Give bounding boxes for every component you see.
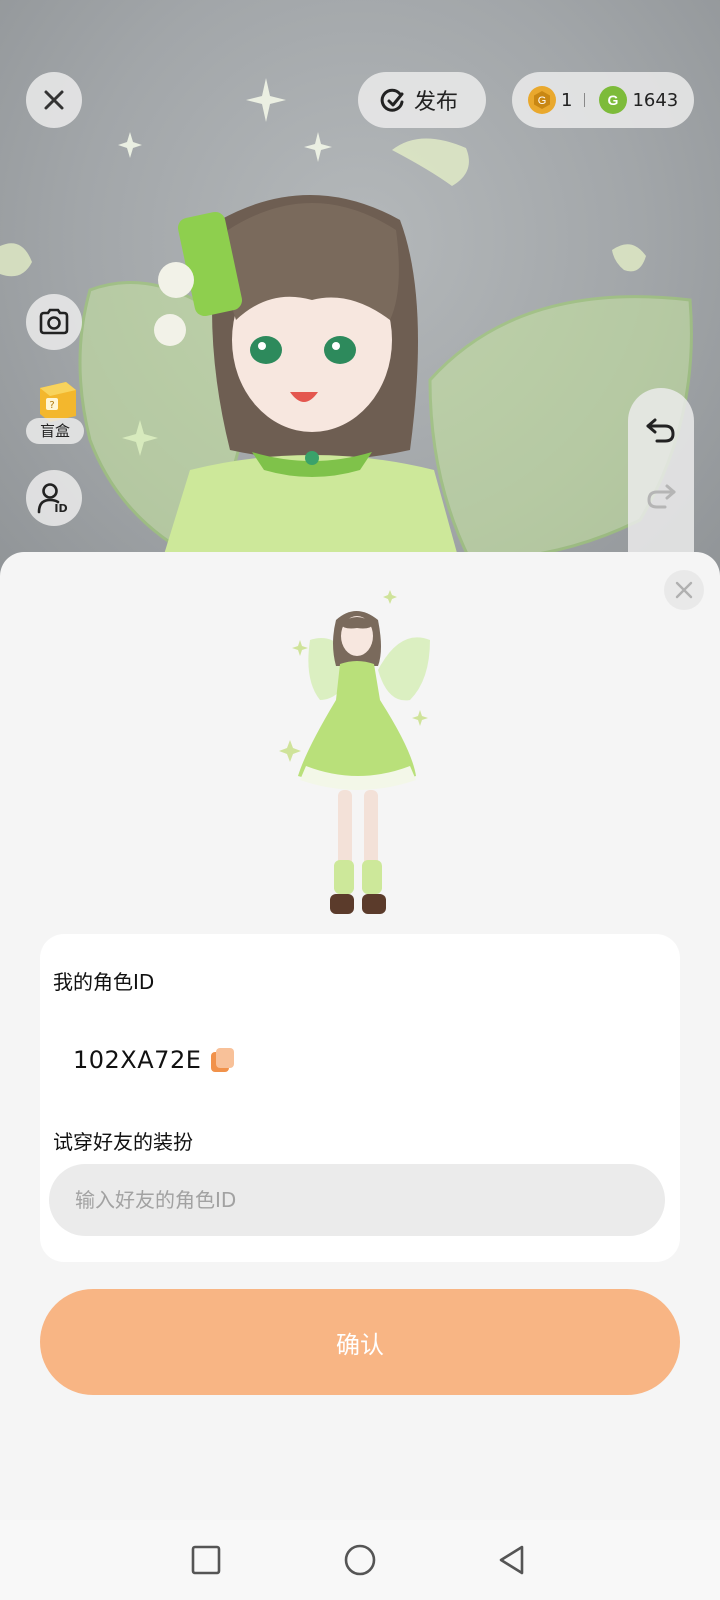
redo-icon [647,484,676,509]
avatar-preview-image [279,590,430,914]
green-coin-icon: G [599,86,628,114]
confirm-button[interactable]: 确认 [40,1289,680,1395]
close-icon [44,90,64,110]
back-icon [499,1545,524,1575]
my-role-id-row: 102XA72E [73,1046,235,1074]
blind-box-icon: ? [40,382,76,422]
profile-id-button[interactable]: ID [26,470,82,526]
currency-divider [584,93,586,107]
gold-coin-count: 1 [561,89,573,111]
back-button[interactable] [494,1542,530,1578]
copy-icon[interactable] [211,1048,235,1072]
svg-text:?: ? [49,400,54,411]
currency-balance[interactable]: G 1 G 1643 [512,72,694,128]
publish-button[interactable]: 发布 [358,72,486,128]
publish-label: 发布 [414,90,459,115]
svg-text:G: G [538,95,547,107]
blind-box-label: 盲盒 [26,418,84,444]
close-button[interactable] [26,72,82,128]
home-button[interactable] [342,1542,378,1578]
profile-id-icon: ID [37,483,68,515]
green-coin-count: 1643 [632,89,679,111]
close-icon [675,581,693,599]
sheet-close-button[interactable] [664,570,704,610]
blind-box-button[interactable]: ? 盲盒 [26,376,84,446]
camera-icon [39,308,69,335]
system-navigation-bar [0,1520,720,1600]
undo-button[interactable] [645,414,677,446]
recent-apps-button[interactable] [188,1542,224,1578]
home-icon [344,1544,376,1576]
svg-text:G: G [608,92,619,108]
camera-button[interactable] [26,294,82,350]
undo-icon [646,418,675,443]
redo-button[interactable] [645,480,677,512]
my-role-id-label: 我的角色ID [53,970,155,994]
try-on-friend-outfit-label: 试穿好友的装扮 [53,1130,193,1154]
friend-id-input[interactable] [49,1164,665,1236]
svg-text:ID: ID [54,502,67,515]
gold-coin-icon: G [528,86,556,114]
recent-apps-icon [191,1545,221,1575]
publish-icon [380,88,404,112]
my-role-id-value: 102XA72E [73,1046,202,1074]
